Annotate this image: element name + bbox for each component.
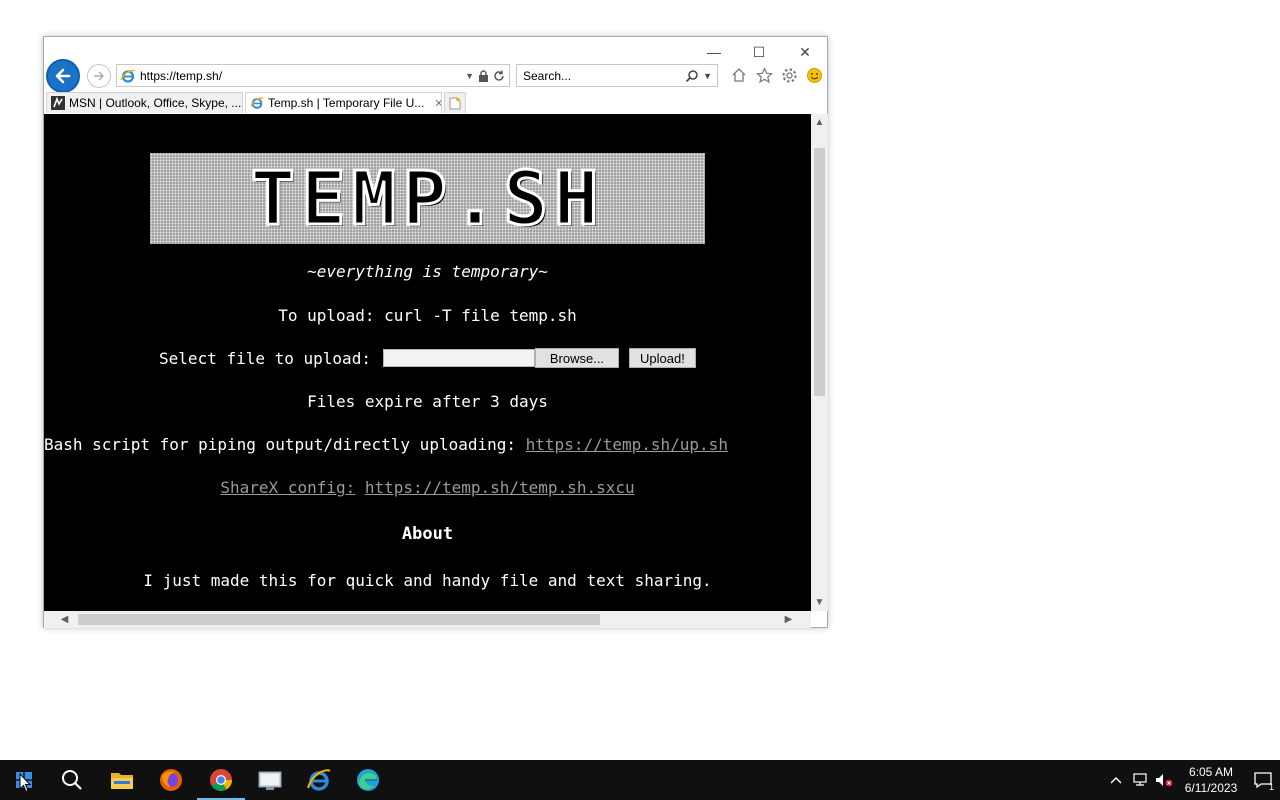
scroll-up-icon[interactable]: ▲ [811,114,828,131]
forward-arrow-icon [94,71,105,81]
tab-label: MSN | Outlook, Office, Skype, ... [69,96,242,110]
dropdown-arrow-icon[interactable]: ▼ [465,71,474,81]
address-bar[interactable]: https://temp.sh/ ▼ [116,64,510,87]
tagline: ~everything is temporary~ [307,262,548,281]
firefox-icon [160,769,182,791]
search-icon[interactable] [685,69,699,83]
expire-notice: Files expire after 3 days [307,392,548,411]
ie-page-icon [120,69,136,83]
bash-script-link[interactable]: https://temp.sh/up.sh [526,435,728,454]
sharex-config-label[interactable]: ShareX config: [220,478,355,497]
tab-label: Temp.sh | Temporary File U... [268,96,425,110]
bash-script-line: Bash script for piping output/directly u… [44,435,811,454]
favorites-star-icon[interactable] [754,65,774,85]
app-icon [258,771,282,790]
chrome-icon [210,769,232,791]
search-dropdown-icon[interactable]: ▼ [703,71,712,81]
refresh-icon[interactable] [493,70,505,82]
maximize-button[interactable]: ☐ [744,41,774,63]
browser-window: — ☐ ✕ https://temp.sh/ ▼ Search... ▼ MSN… [43,36,828,628]
edge-icon [357,769,379,791]
tab-temp-sh[interactable]: Temp.sh | Temporary File U... ✕ [245,92,442,113]
search-icon [62,770,82,790]
vertical-scroll-thumb[interactable] [814,148,825,396]
gear-icon[interactable] [779,65,799,85]
chrome-button[interactable] [197,760,245,800]
search-box[interactable]: Search... ▼ [516,64,718,87]
upload-form: Select file to upload: Browse... Upload! [44,348,811,368]
taskbar-search-button[interactable] [48,760,96,800]
horizontal-scrollbar[interactable]: ◀ ▶ [44,611,811,628]
page-content: TEMP.SH ~everything is temporary~ To upl… [44,114,811,611]
close-tab-icon[interactable]: ✕ [434,97,441,110]
file-explorer-icon [111,773,133,789]
horizontal-scroll-thumb[interactable] [78,614,600,625]
bash-script-text: Bash script for piping output/directly u… [44,435,517,454]
action-center-button[interactable]: 1 [1246,760,1280,800]
back-arrow-icon [55,68,71,84]
minimize-button[interactable]: — [699,41,729,63]
tab-msn[interactable]: MSN | Outlook, Office, Skype, ... [46,92,243,113]
about-heading: About [401,524,454,544]
sharex-line: ShareX config: https://temp.sh/temp.sh.s… [44,478,811,497]
network-icon[interactable] [1128,760,1152,800]
about-text: I just made this for quick and handy fil… [143,571,712,590]
clock[interactable]: 6:05 AM 6/11/2023 [1176,764,1246,796]
clock-date: 6/11/2023 [1184,781,1238,795]
firefox-button[interactable] [147,760,195,800]
app-button[interactable] [246,760,294,800]
url-text[interactable]: https://temp.sh/ [140,69,465,83]
search-placeholder[interactable]: Search... [523,69,685,83]
internet-explorer-icon [307,769,331,791]
file-path-field[interactable] [382,349,535,367]
internet-explorer-button[interactable] [295,760,343,800]
scroll-left-icon[interactable]: ◀ [56,611,73,628]
mouse-cursor-icon [19,773,31,793]
system-tray: 6:05 AM 6/11/2023 1 [1104,760,1280,800]
temp-sh-logo: TEMP.SH [150,153,705,244]
smiley-feedback-icon[interactable] [804,65,824,85]
taskbar: 6:05 AM 6/11/2023 1 [0,760,1280,800]
edge-button[interactable] [344,760,392,800]
msn-icon [51,96,65,110]
logo-text: TEMP.SH [249,154,605,243]
scroll-down-icon[interactable]: ▼ [811,594,828,611]
clock-time: 6:05 AM [1188,765,1234,779]
close-window-button[interactable]: ✕ [790,41,820,63]
browse-button[interactable]: Browse... [534,348,619,368]
forward-button[interactable] [87,64,111,88]
back-button[interactable] [46,59,80,93]
show-hidden-icons-icon[interactable] [1104,760,1128,800]
home-icon[interactable] [729,65,749,85]
volume-muted-icon[interactable] [1152,760,1176,800]
file-explorer-button[interactable] [98,760,146,800]
select-file-label: Select file to upload: [159,348,371,368]
notification-count: 1 [1268,782,1274,792]
upload-instructions: To upload: curl -T file temp.sh [278,306,577,325]
scroll-right-icon[interactable]: ▶ [780,611,797,628]
sharex-config-link[interactable]: https://temp.sh/temp.sh.sxcu [365,478,635,497]
upload-button[interactable]: Upload! [628,348,696,368]
lock-icon[interactable] [478,69,489,82]
vertical-scrollbar[interactable]: ▲ ▼ [811,114,828,611]
tab-bar: MSN | Outlook, Office, Skype, ... Temp.s… [46,92,466,114]
new-tab-button[interactable] [444,92,466,113]
new-tab-icon [449,97,461,109]
ie-page-icon [250,97,264,109]
